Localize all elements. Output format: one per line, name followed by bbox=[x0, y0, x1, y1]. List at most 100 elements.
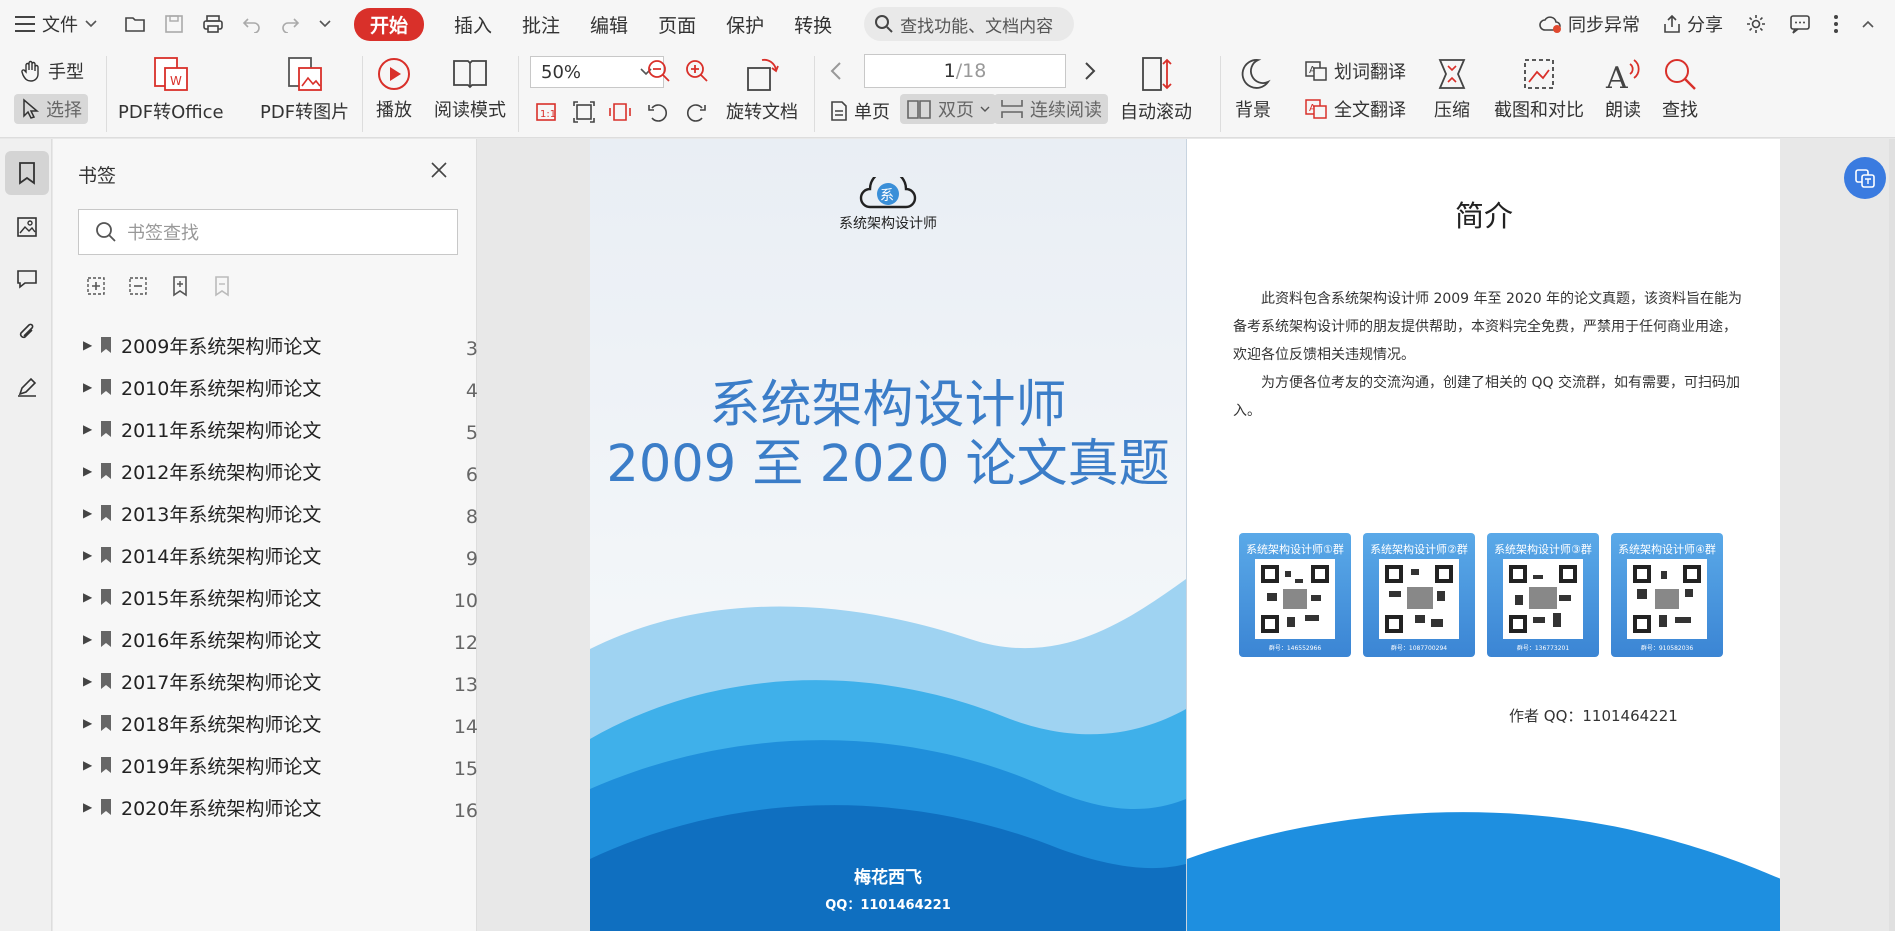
thumbnail-panel-button[interactable] bbox=[5, 205, 49, 249]
bookmark-item[interactable]: ▶ 2019年系统架构师论文 15 bbox=[78, 744, 478, 786]
expand-arrow-icon[interactable]: ▶ bbox=[83, 590, 95, 604]
read-aloud-button[interactable]: A 朗读 bbox=[1604, 56, 1642, 122]
compress-icon bbox=[1438, 59, 1466, 89]
vertical-scrollbar[interactable] bbox=[1889, 139, 1895, 931]
comment-panel-button[interactable] bbox=[5, 257, 49, 301]
rotate-left-icon[interactable] bbox=[646, 100, 670, 124]
document-view[interactable]: 系 系统架构设计师 系统架构设计师 2009 至 2020 论文真题 梅花西飞 … bbox=[478, 139, 1895, 931]
save-icon[interactable] bbox=[164, 14, 184, 34]
expand-arrow-icon[interactable]: ▶ bbox=[83, 716, 95, 730]
fit-page-icon[interactable] bbox=[572, 100, 596, 124]
bookmark-item[interactable]: ▶ 2018年系统架构师论文 14 bbox=[78, 702, 478, 744]
redo-icon[interactable] bbox=[280, 15, 300, 33]
expand-arrow-icon[interactable]: ▶ bbox=[83, 548, 95, 562]
file-menu[interactable]: 文件 bbox=[14, 11, 98, 37]
gear-icon[interactable] bbox=[1745, 13, 1767, 35]
expand-arrow-icon[interactable]: ▶ bbox=[83, 674, 95, 688]
tab-insert[interactable]: 插入 bbox=[454, 11, 492, 38]
fit-width-icon[interactable] bbox=[608, 100, 632, 124]
qr-group-label: 系统架构设计师②群 bbox=[1370, 543, 1468, 556]
play-button[interactable]: 播放 bbox=[376, 56, 412, 122]
feedback-icon[interactable] bbox=[1789, 14, 1811, 34]
single-page-button[interactable]: 单页 bbox=[830, 98, 890, 124]
tab-edit[interactable]: 编辑 bbox=[590, 11, 628, 38]
double-page-button[interactable]: 双页 bbox=[900, 94, 996, 124]
expand-arrow-icon[interactable]: ▶ bbox=[83, 422, 95, 436]
expand-arrow-icon[interactable]: ▶ bbox=[83, 800, 95, 814]
read-aloud-label: 朗读 bbox=[1605, 100, 1641, 121]
attachment-panel-button[interactable] bbox=[5, 311, 49, 355]
left-sidebar-rail bbox=[0, 139, 52, 931]
pdf-to-office-button[interactable]: W PDF转Office bbox=[118, 54, 224, 124]
screenshot-icon bbox=[1524, 59, 1554, 89]
actual-size-icon[interactable]: 1:1 bbox=[534, 100, 558, 124]
delete-bookmark-icon[interactable] bbox=[211, 275, 233, 297]
select-tool-button[interactable]: 选择 bbox=[14, 94, 88, 124]
bookmark-item[interactable]: ▶ 2009年系统架构师论文 3 bbox=[78, 324, 478, 366]
signature-panel-button[interactable] bbox=[5, 365, 49, 409]
next-page-icon[interactable] bbox=[1082, 60, 1098, 82]
expand-arrow-icon[interactable]: ▶ bbox=[83, 464, 95, 478]
continuous-read-button[interactable]: 连续阅读 bbox=[994, 94, 1108, 124]
collapse-ribbon-icon[interactable] bbox=[1861, 19, 1875, 29]
pdf-to-image-button[interactable]: PDF转图片 bbox=[260, 54, 349, 124]
bookmark-item[interactable]: ▶ 2011年系统架构师论文 5 bbox=[78, 408, 478, 450]
bookmark-panel-button[interactable] bbox=[5, 151, 49, 195]
dropdown-icon[interactable] bbox=[318, 19, 332, 29]
bookmark-item[interactable]: ▶ 2013年系统架构师论文 8 bbox=[78, 492, 478, 534]
bookmark-item[interactable]: ▶ 2012年系统架构师论文 6 bbox=[78, 450, 478, 492]
read-mode-button[interactable]: 阅读模式 bbox=[434, 56, 506, 122]
bookmark-item[interactable]: ▶ 2015年系统架构师论文 10 bbox=[78, 576, 478, 618]
expand-arrow-icon[interactable]: ▶ bbox=[83, 338, 95, 352]
more-icon[interactable] bbox=[1833, 14, 1839, 34]
find-button[interactable]: 查找 bbox=[1662, 56, 1698, 122]
undo-icon[interactable] bbox=[242, 15, 262, 33]
cover-logo-text: 系统架构设计师 bbox=[839, 216, 937, 232]
expand-arrow-icon[interactable]: ▶ bbox=[83, 632, 95, 646]
play-label: 播放 bbox=[376, 100, 412, 121]
expand-arrow-icon[interactable]: ▶ bbox=[83, 380, 95, 394]
bookmark-item[interactable]: ▶ 2020年系统架构师论文 16 bbox=[78, 786, 478, 828]
open-folder-icon[interactable] bbox=[124, 14, 146, 34]
bookmark-search-input[interactable]: 书签查找 bbox=[78, 209, 458, 255]
zoom-in-icon[interactable] bbox=[684, 58, 710, 84]
word-translate-button[interactable]: A 划词翻译 bbox=[1304, 58, 1406, 84]
bookmark-item[interactable]: ▶ 2016年系统架构师论文 12 bbox=[78, 618, 478, 660]
bookmark-item[interactable]: ▶ 2010年系统架构师论文 4 bbox=[78, 366, 478, 408]
prev-page-icon[interactable] bbox=[828, 60, 844, 82]
page-number-input[interactable]: 1 /18 bbox=[864, 54, 1066, 88]
expand-arrow-icon[interactable]: ▶ bbox=[83, 758, 95, 772]
tab-protect[interactable]: 保护 bbox=[726, 11, 764, 38]
full-translate-button[interactable]: A 全文翻译 bbox=[1304, 96, 1406, 122]
print-icon[interactable] bbox=[202, 14, 224, 34]
expand-arrow-icon[interactable]: ▶ bbox=[83, 506, 95, 520]
share-button[interactable]: 分享 bbox=[1662, 11, 1723, 37]
add-bookmark-icon[interactable] bbox=[169, 275, 191, 297]
rotate-doc-button[interactable]: 旋转文档 bbox=[726, 54, 798, 124]
auto-scroll-button[interactable]: 自动滚动 bbox=[1120, 54, 1192, 124]
search-input[interactable]: 查找功能、文档内容 bbox=[864, 7, 1075, 41]
bookmark-page: 3 bbox=[465, 338, 478, 360]
bookmark-item[interactable]: ▶ 2014年系统架构师论文 9 bbox=[78, 534, 478, 576]
hand-tool-button[interactable]: 手型 bbox=[20, 58, 84, 84]
bookmark-item[interactable]: ▶ 2017年系统架构师论文 13 bbox=[78, 660, 478, 702]
expand-all-icon[interactable] bbox=[85, 275, 107, 297]
collapse-all-icon[interactable] bbox=[127, 275, 149, 297]
rotate-right-icon[interactable] bbox=[684, 100, 708, 124]
sync-status-button[interactable]: 同步异常 bbox=[1539, 11, 1640, 37]
screenshot-compare-button[interactable]: 截图和对比 bbox=[1494, 56, 1584, 122]
floating-translate-button[interactable] bbox=[1844, 157, 1886, 199]
tab-annotate[interactable]: 批注 bbox=[522, 11, 560, 38]
search-placeholder: 查找功能、文档内容 bbox=[900, 16, 1054, 37]
zoom-select[interactable]: 50% bbox=[530, 56, 664, 88]
rotate-doc-label: 旋转文档 bbox=[726, 102, 798, 123]
zoom-out-icon[interactable] bbox=[646, 58, 672, 84]
close-icon[interactable] bbox=[430, 161, 448, 179]
bookmark-label: 2014年系统架构师论文 bbox=[121, 545, 322, 568]
tab-page[interactable]: 页面 bbox=[658, 11, 696, 38]
compress-button[interactable]: 压缩 bbox=[1434, 56, 1470, 122]
tab-start[interactable]: 开始 bbox=[354, 7, 425, 41]
search-icon bbox=[96, 222, 116, 242]
tab-convert[interactable]: 转换 bbox=[794, 11, 832, 38]
background-button[interactable]: 背景 bbox=[1234, 56, 1272, 122]
